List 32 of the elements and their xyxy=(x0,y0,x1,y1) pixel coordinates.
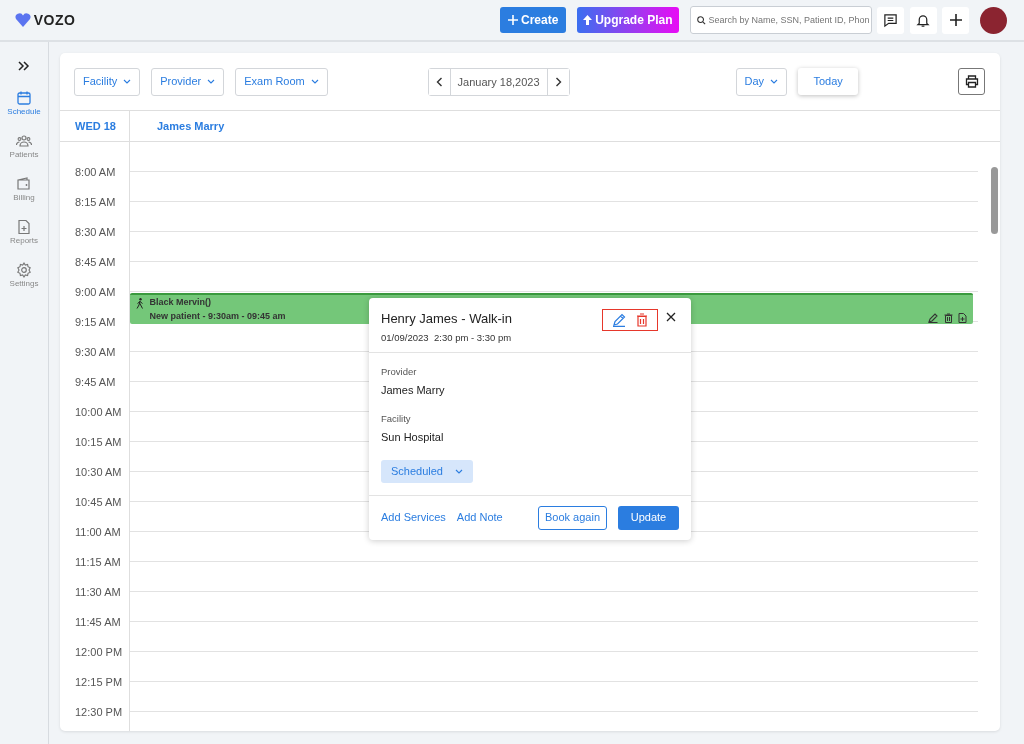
time-label: 12:15 PM xyxy=(74,675,124,690)
time-label: 9:15 AM xyxy=(74,315,117,330)
time-label: 12:30 PM xyxy=(74,705,124,720)
time-label: 10:15 AM xyxy=(74,435,123,450)
time-label: 11:00 AM xyxy=(74,525,122,540)
time-label: 8:00 AM xyxy=(74,165,117,180)
field-label: Provider xyxy=(381,364,418,379)
time-label: 10:30 AM xyxy=(74,465,123,480)
appointment-date: 01/09/2023 xyxy=(381,331,429,346)
time-label: 9:30 AM xyxy=(74,345,117,360)
date-display: January 18,2023 xyxy=(449,68,548,95)
field-label: Facility xyxy=(381,412,412,426)
time-label: 10:00 AM xyxy=(74,405,123,420)
popover-title: Henry James - Walk-in xyxy=(381,310,513,328)
appointment-time: 2:30 pm - 3:30 pm xyxy=(434,331,512,346)
time-label: 8:15 AM xyxy=(74,195,117,210)
time-label: 10:45 AM xyxy=(74,495,123,510)
time-label: 8:30 AM xyxy=(74,225,117,240)
time-label: 9:45 AM xyxy=(74,375,117,390)
day-label: WED 18 xyxy=(60,111,130,141)
provider-column-title: James Marry xyxy=(156,119,225,134)
time-label: 11:15 AM xyxy=(74,555,122,570)
time-label: 8:45 AM xyxy=(74,255,117,270)
appointment-detail: New patient - 9:30am - 09:45 am xyxy=(149,309,286,323)
field-value: James Marry xyxy=(381,382,446,398)
time-label: 11:30 AM xyxy=(74,585,122,600)
time-label: 12:00 PM xyxy=(74,645,124,660)
field-value: Sun Hospital xyxy=(381,430,445,445)
logo-text: VOZO xyxy=(33,10,76,30)
time-label: 11:45 AM xyxy=(74,615,122,630)
time-label: 9:00 AM xyxy=(74,285,117,300)
appointment-title: Black Mervin() xyxy=(149,296,213,309)
